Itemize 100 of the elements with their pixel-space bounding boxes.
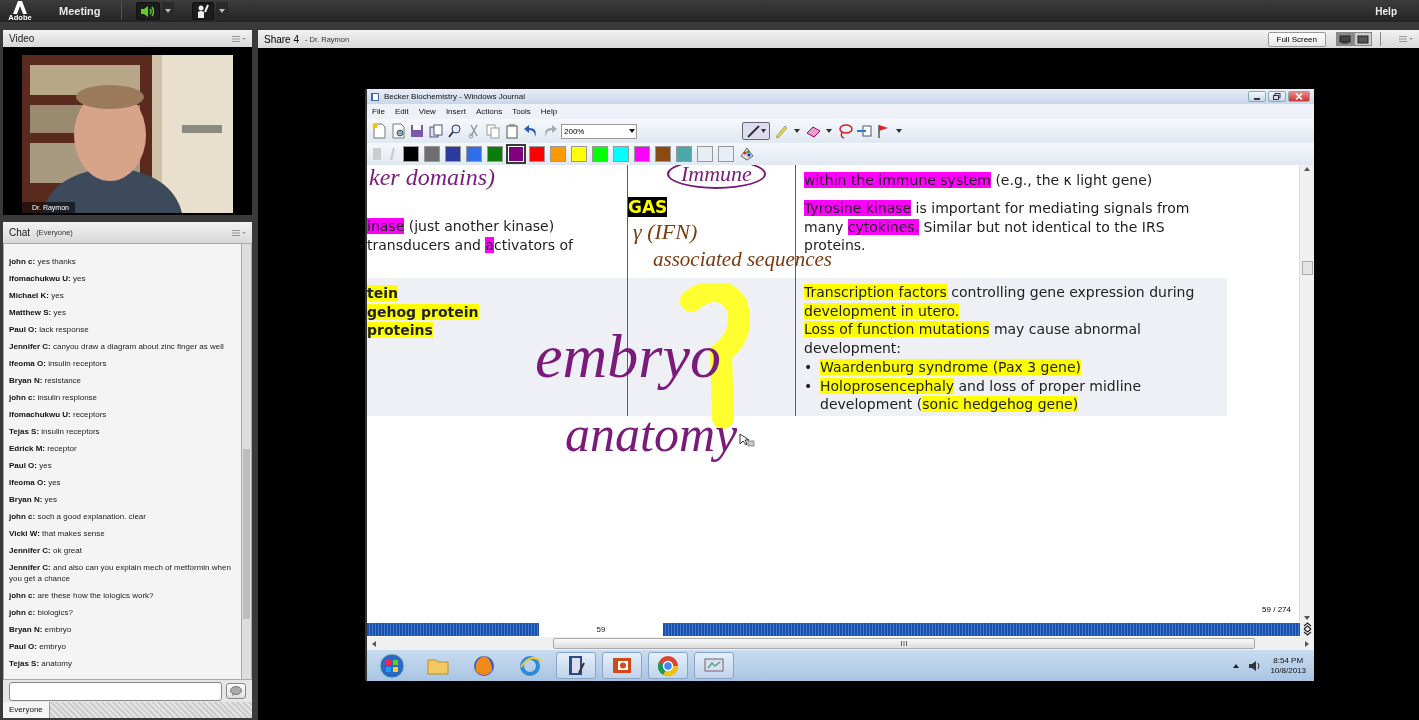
chat-message: Ifomachukwu U: yes — [9, 273, 87, 284]
color-swatch[interactable] — [697, 146, 713, 162]
scrollbar-thumb[interactable] — [553, 638, 1255, 649]
menu-item[interactable]: Help — [535, 107, 563, 116]
menu-item[interactable]: Tools — [507, 107, 536, 116]
chat-message: john c: insulin respionse — [9, 392, 99, 403]
cell-text: gehog protein — [367, 302, 480, 322]
page-down-icon[interactable] — [1302, 629, 1312, 636]
color-swatch[interactable] — [613, 146, 629, 162]
taskbar-button[interactable] — [556, 652, 596, 679]
pod-title: Video — [9, 33, 35, 44]
save-icon[interactable] — [409, 123, 425, 139]
view-toggle[interactable] — [1354, 32, 1372, 46]
taskbar-button[interactable] — [602, 652, 642, 679]
pod-title: Chat — [9, 227, 31, 238]
full-screen-button[interactable]: Full Screen — [1267, 31, 1326, 47]
view-toggle[interactable] — [1336, 32, 1354, 46]
lasso-icon[interactable] — [837, 123, 853, 139]
help-menu[interactable]: Help — [1375, 5, 1397, 17]
handwritten-text: Immune — [667, 165, 766, 189]
pen-button[interactable] — [742, 122, 770, 140]
scroll-left-icon[interactable] — [371, 639, 377, 648]
color-swatch[interactable] — [571, 146, 587, 162]
speaker-icon — [139, 4, 156, 18]
scroll-right-icon[interactable] — [1304, 639, 1310, 648]
chat-message: Ifeoma O: yes — [9, 477, 62, 488]
windows-logo-icon — [379, 652, 405, 679]
page-up-icon[interactable] — [1302, 622, 1312, 629]
menu-item[interactable]: View — [413, 107, 441, 116]
recipient-tab[interactable]: Everyone — [3, 702, 50, 718]
color-swatch[interactable] — [445, 146, 461, 162]
restore-icon — [1273, 93, 1281, 100]
monitor-icon — [1357, 34, 1369, 44]
color-swatch[interactable] — [550, 146, 566, 162]
page-number: 59 — [595, 624, 607, 636]
page-icon[interactable] — [390, 123, 406, 139]
chat-message: Michael K: yes — [9, 290, 65, 301]
cursor-icon — [739, 433, 755, 447]
raise-hand-button[interactable] — [191, 2, 214, 20]
menu-item[interactable]: File — [367, 107, 390, 116]
caret-icon — [628, 128, 636, 134]
chat-message: Bryan N: resistance — [9, 375, 83, 386]
list-item-text: Waardenburg syndrome (Pax 3 gene) — [820, 357, 1083, 377]
color-swatch[interactable] — [676, 146, 692, 162]
pod-menu-icon[interactable] — [232, 34, 246, 43]
italic-icon — [388, 147, 398, 161]
restore-button[interactable] — [1268, 91, 1286, 102]
color-swatch[interactable] — [718, 146, 734, 162]
chat-message: john c: soch a good explanation. clear — [9, 511, 147, 522]
color-swatch[interactable] — [403, 146, 419, 162]
color-swatch[interactable] — [634, 146, 650, 162]
caret-icon — [163, 7, 172, 15]
chat-message: Tejas S: anatomy — [9, 658, 73, 669]
menu-item[interactable]: Edit — [389, 107, 414, 116]
speaker-icon[interactable] — [1248, 659, 1263, 672]
chat-message: Paul O: lack response — [9, 324, 90, 335]
color-swatch[interactable] — [466, 146, 482, 162]
pod-menu-icon[interactable] — [232, 228, 246, 237]
copy-icon[interactable] — [485, 123, 501, 139]
tray-arrow-icon[interactable] — [1232, 662, 1241, 669]
insert-space-icon[interactable] — [856, 123, 872, 139]
paste-icon[interactable] — [504, 123, 520, 139]
color-swatch[interactable] — [424, 146, 440, 162]
monitor-icon — [1339, 34, 1351, 44]
clock-time: 8:54 PM — [1273, 655, 1304, 666]
zoom-dropdown[interactable]: 200% — [561, 123, 637, 139]
scrollbar-thumb[interactable] — [1301, 261, 1313, 275]
hand-icon — [195, 4, 210, 18]
menu-item[interactable]: Actions — [470, 107, 508, 116]
minimize-button[interactable] — [1248, 91, 1266, 102]
color-swatch[interactable] — [487, 146, 503, 162]
color-swatch[interactable] — [592, 146, 608, 162]
cell-text: within the immune system (e.g., the κ light gene) — [804, 171, 1154, 190]
taskbar-button[interactable] — [648, 652, 688, 679]
color-swatch[interactable] — [655, 146, 671, 162]
message-input-field[interactable] — [9, 681, 222, 701]
chat-message: Jennifer C: ok great — [9, 545, 83, 556]
search-icon[interactable] — [447, 123, 463, 139]
meeting-menu[interactable]: Meeting — [59, 5, 101, 17]
speaker-button[interactable] — [135, 2, 160, 20]
pod-title: Share 4 — [264, 33, 300, 45]
palette-icon[interactable] — [739, 146, 755, 162]
cell-text: Loss of function mutations may cause abnormal development: — [804, 320, 1142, 358]
color-swatch[interactable] — [529, 146, 545, 162]
pod-menu-icon[interactable] — [1399, 35, 1413, 43]
cell-text: tein — [367, 284, 399, 303]
pen-icon — [745, 124, 767, 138]
caret-icon — [217, 7, 226, 15]
cell-text: GAS — [628, 198, 669, 218]
scrollbar[interactable] — [241, 244, 251, 679]
list-item-text: Holoprosencephaly and loss of proper midline development (sonic hedgehog gene) — [820, 376, 1143, 414]
pages-icon[interactable] — [428, 123, 444, 139]
bullet: • — [804, 357, 814, 377]
chat-message: Tejas S: insulin receptors — [9, 426, 101, 437]
scrollbar-thumb[interactable] — [243, 449, 250, 619]
app-icon — [370, 91, 380, 102]
close-button[interactable] — [1288, 91, 1310, 102]
send-button[interactable] — [226, 683, 246, 699]
menu-item[interactable]: Insert — [440, 107, 471, 116]
grip-icon — [901, 641, 907, 646]
